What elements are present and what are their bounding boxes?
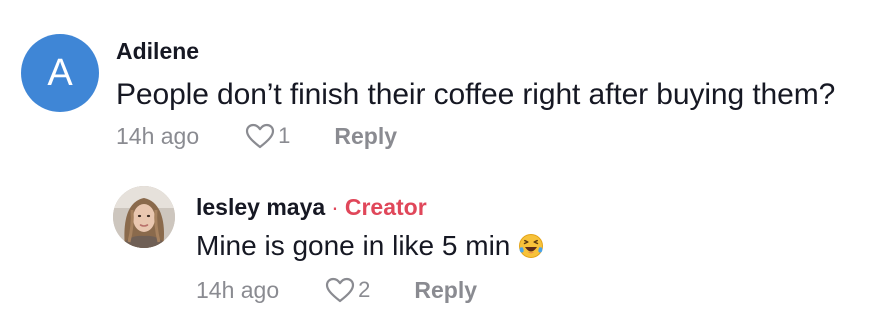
like-count: 1 (278, 123, 291, 148)
comment-thread: A Adilene People don’t finish their coff… (0, 0, 876, 328)
reply-text: Mine is gone in like 5 min (196, 230, 544, 262)
creator-badge: Creator (344, 194, 427, 220)
reply-username[interactable]: lesley maya (196, 194, 325, 221)
heart-icon (245, 123, 275, 149)
reply-timestamp: 14h ago (196, 276, 280, 303)
avatar[interactable]: A (21, 34, 99, 112)
reply-button[interactable]: Reply (334, 123, 397, 150)
like-button[interactable]: 2 (325, 277, 370, 303)
profile-photo-icon (113, 186, 175, 248)
comment-text: People don’t finish their coffee right a… (116, 78, 836, 111)
reply-meta: 14h ago 2 Reply (196, 274, 477, 306)
reply-text-content: Mine is gone in like 5 min (196, 230, 511, 261)
comment-username[interactable]: Adilene (116, 38, 199, 65)
reply-button[interactable]: Reply (414, 277, 477, 304)
separator-dot: · (331, 194, 339, 220)
like-count: 2 (358, 277, 371, 302)
face-with-tears-of-joy-icon (518, 233, 544, 259)
comment-timestamp: 14h ago (116, 122, 200, 149)
like-button[interactable]: 1 (245, 123, 290, 149)
avatar[interactable] (113, 186, 175, 248)
heart-icon (325, 277, 355, 303)
comment-meta: 14h ago 1 Reply (116, 120, 397, 152)
reply-header: lesley maya · Creator (196, 194, 427, 221)
comment-item: A Adilene People don’t finish their coff… (0, 0, 876, 170)
